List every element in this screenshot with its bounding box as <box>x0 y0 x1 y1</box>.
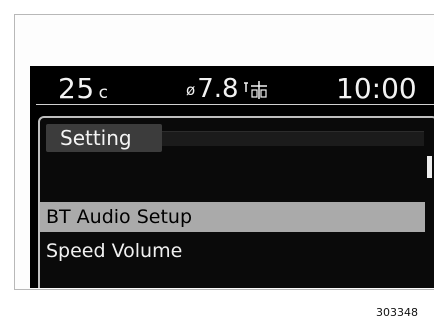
temperature-unit: c <box>98 83 109 103</box>
average-icon: ø <box>186 80 196 99</box>
status-divider <box>36 104 434 105</box>
fuel-pump-icon <box>243 80 267 99</box>
menu-item-speed-volume[interactable]: Speed Volume <box>40 236 425 266</box>
menu-title: Setting <box>46 124 162 152</box>
clock: 10:00 <box>336 72 417 105</box>
menu-scrollbar[interactable] <box>427 156 432 178</box>
fuel-economy-value: 7.8 <box>197 74 239 104</box>
menu-item-empty <box>40 162 425 192</box>
menu-header-bar <box>162 131 424 146</box>
fuel-economy: ø7.8 <box>186 74 269 104</box>
status-bar: 25 c ø7.8 10:00 <box>30 66 434 106</box>
outside-temperature: 25 c <box>58 72 109 105</box>
temperature-value: 25 <box>58 72 95 105</box>
figure-reference-number: 303348 <box>376 306 418 319</box>
settings-menu: Setting BT Audio Setup Speed Volume <box>38 116 434 288</box>
menu-item-bt-audio-setup[interactable]: BT Audio Setup <box>40 202 425 232</box>
head-unit-display: 25 c ø7.8 10:00 Setting BT Audio Setup Sp… <box>30 66 434 288</box>
